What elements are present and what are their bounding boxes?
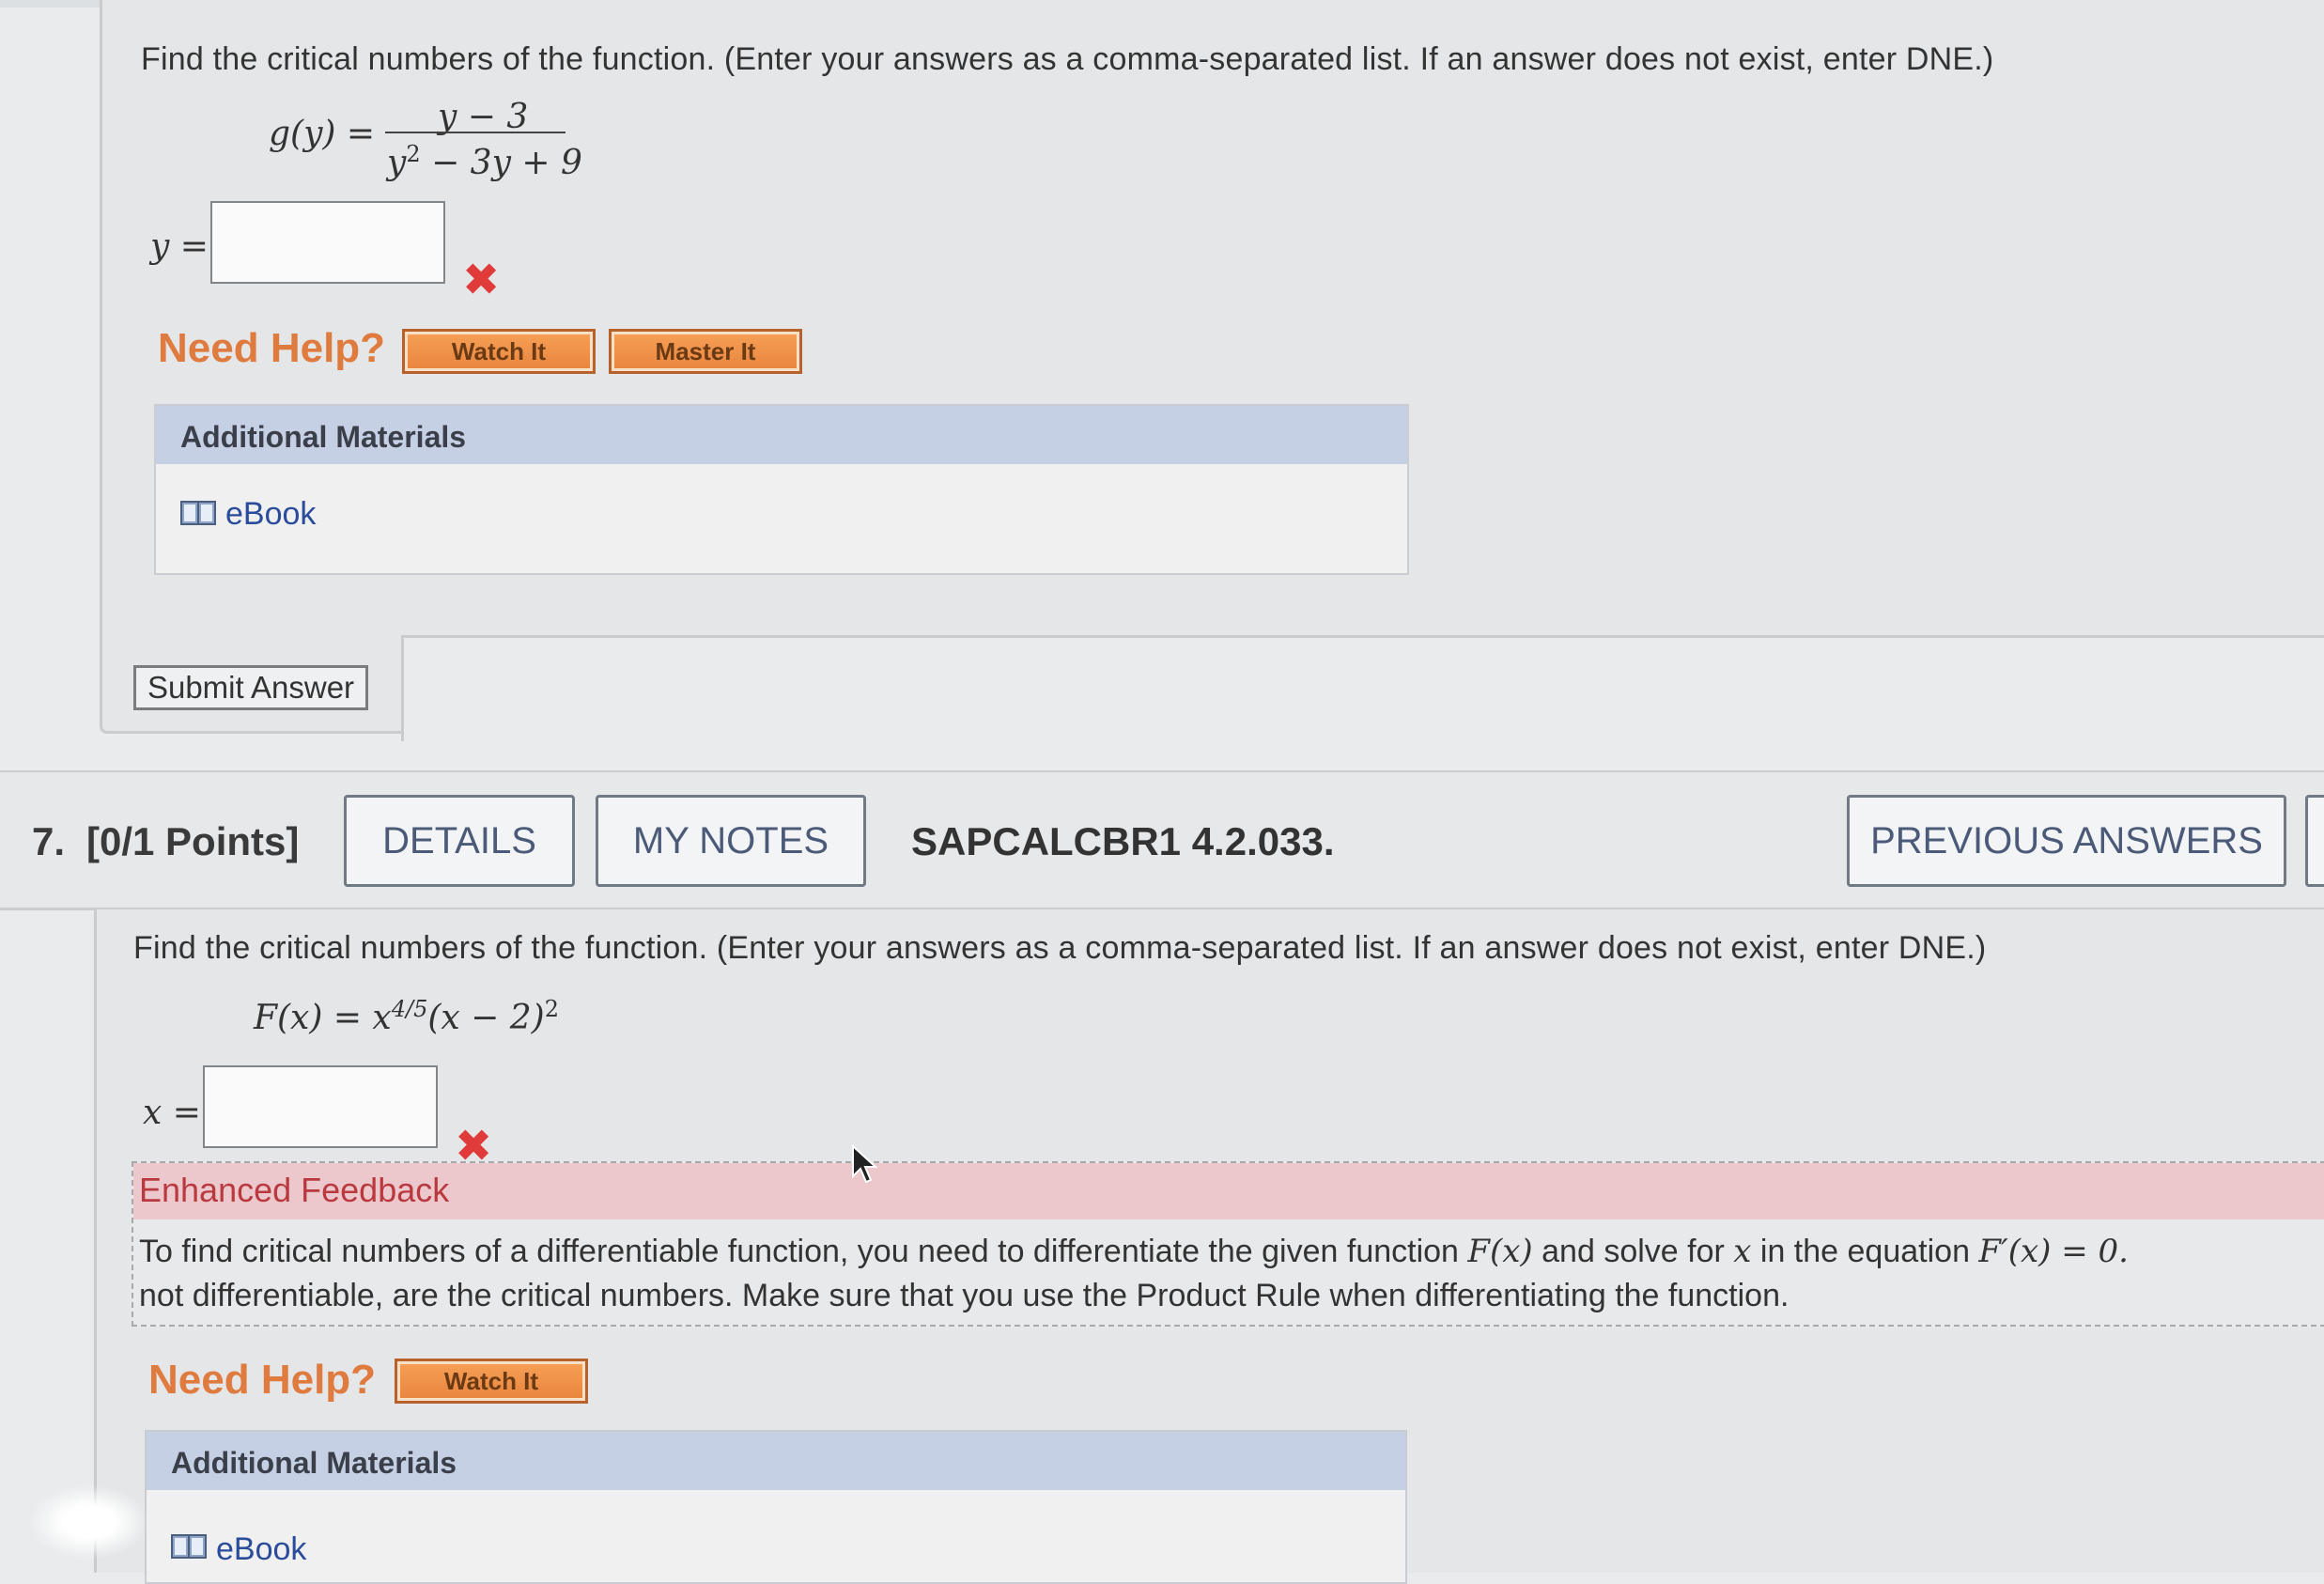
additional-materials-box: Additional Materials eBook xyxy=(145,1430,1407,1584)
my-notes-button[interactable]: MY NOTES xyxy=(596,795,866,887)
partial-button[interactable] xyxy=(2305,795,2324,887)
feedback-header xyxy=(133,1163,2324,1219)
question-number: 7. xyxy=(32,819,66,863)
function-expression: g(y) = y − 3 y2 − 3y + 9 xyxy=(269,98,588,192)
question-prompt: Find the critical numbers of the functio… xyxy=(141,41,1994,77)
additional-materials-title: Additional Materials xyxy=(180,420,467,454)
function-expression: F(x) = x4/5(x − 2)2 xyxy=(254,996,559,1037)
additional-materials-box: Additional Materials eBook xyxy=(154,404,1409,575)
function-lhs: g(y) = xyxy=(269,115,376,153)
ebook-link[interactable]: eBook xyxy=(225,496,316,533)
feedback-text-line-1: To find critical numbers of a differenti… xyxy=(139,1233,2129,1270)
book-icon xyxy=(171,1534,207,1559)
mouse-cursor-icon xyxy=(852,1144,878,1184)
previous-answers-button[interactable]: PREVIOUS ANSWERS xyxy=(1847,795,2286,887)
incorrect-x-icon: ✖ xyxy=(462,254,501,306)
enhanced-feedback-box: Enhanced Feedback To find critical numbe… xyxy=(132,1161,2324,1327)
fraction-bar xyxy=(385,132,566,133)
panel-divider xyxy=(401,635,2324,741)
answer-label: x = xyxy=(143,1094,201,1132)
submit-answer-button[interactable]: Submit Answer xyxy=(133,665,368,710)
watch-it-button[interactable]: Watch It xyxy=(402,329,596,374)
screen-glare xyxy=(28,1484,150,1560)
fraction-denominator: y2 − 3y + 9 xyxy=(387,141,582,182)
question-prompt: Find the critical numbers of the functio… xyxy=(133,930,1987,966)
answer-input[interactable] xyxy=(210,201,445,284)
question-points: [0/1 Points] xyxy=(86,819,300,863)
ebook-link[interactable]: eBook xyxy=(216,1531,306,1568)
problem-id: SAPCALCBR1 4.2.033. xyxy=(911,819,1335,863)
feedback-title: Enhanced Feedback xyxy=(139,1171,450,1209)
fraction-numerator: y − 3 xyxy=(438,98,529,136)
need-help-label: Need Help? xyxy=(148,1357,377,1403)
additional-materials-title: Additional Materials xyxy=(171,1446,457,1480)
watch-it-button[interactable]: Watch It xyxy=(395,1359,588,1404)
details-button[interactable]: DETAILS xyxy=(344,795,575,887)
need-help-label: Need Help? xyxy=(158,325,386,371)
answer-label: y = xyxy=(150,227,209,266)
feedback-text-line-2: not differentiable, are the critical num… xyxy=(139,1278,1789,1313)
book-icon xyxy=(180,501,216,525)
answer-input[interactable] xyxy=(203,1065,438,1148)
master-it-button[interactable]: Master It xyxy=(609,329,802,374)
